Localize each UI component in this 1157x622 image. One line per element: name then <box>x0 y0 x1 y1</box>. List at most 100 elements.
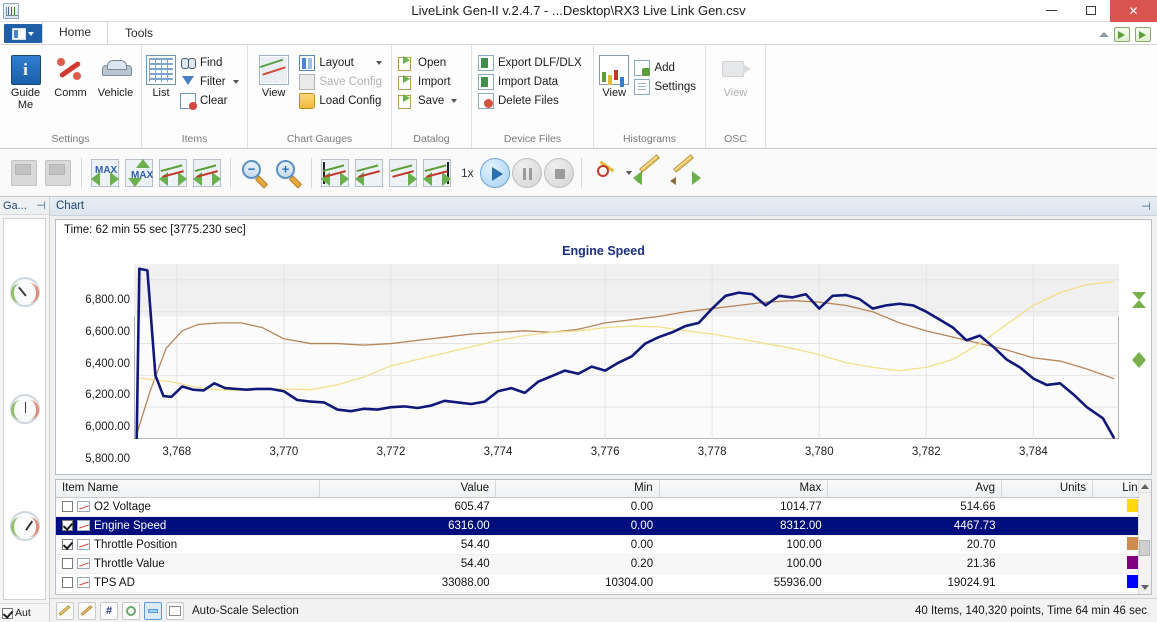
save-button[interactable]: Save <box>396 92 462 110</box>
y-tick-label: 6,600.00 <box>85 325 130 338</box>
vertical-scale-down-control[interactable] <box>1130 352 1148 368</box>
histogram-view-button[interactable]: View <box>598 51 630 99</box>
row-checkbox[interactable] <box>62 520 73 531</box>
load-config-button[interactable]: Load Config <box>297 92 387 110</box>
series-icon <box>77 539 90 550</box>
step-back-button[interactable] <box>353 157 385 189</box>
group-title-histograms: Histograms <box>622 133 677 145</box>
chart-view-icon <box>258 55 289 85</box>
scroll-up-button[interactable] <box>1139 480 1151 493</box>
cursor-a-button[interactable] <box>56 601 74 620</box>
tab-tools[interactable]: Tools <box>108 22 170 44</box>
row-checkbox[interactable] <box>62 577 73 588</box>
scale-up-icon[interactable] <box>1132 352 1146 360</box>
plot-area[interactable]: Engine Speed 5,800.00 6,000.00 6,200.00 6,4… <box>56 244 1151 474</box>
chevron-down-icon[interactable] <box>625 170 632 175</box>
ribbon-group-datalog: Open Import Save Datalog <box>392 45 472 148</box>
export-dlf-button[interactable]: Export DLF/DLX <box>476 54 587 72</box>
hash-button[interactable]: # <box>100 601 118 620</box>
vertical-scale-up-control[interactable] <box>1130 292 1148 308</box>
histogram-settings-button[interactable]: Settings <box>632 78 701 96</box>
play-button[interactable] <box>479 157 510 188</box>
delete-files-icon <box>478 93 494 109</box>
delete-files-button[interactable]: Delete Files <box>476 92 587 110</box>
record-stop-disabled-button <box>42 157 74 189</box>
autoscale-button[interactable] <box>144 601 162 620</box>
autoscale-selection-label: Auto-Scale Selection <box>192 604 299 617</box>
cell-max: 55936.00 <box>659 573 828 593</box>
column-header-name[interactable]: Item Name <box>56 480 321 498</box>
marker-button[interactable] <box>589 157 621 189</box>
open-button[interactable]: Open <box>396 54 462 72</box>
save-config-icon <box>299 74 316 90</box>
pencil-left-button[interactable] <box>632 153 666 189</box>
cursor-b-button[interactable] <box>78 601 96 620</box>
scale-down-icon[interactable] <box>1132 360 1146 368</box>
step-forward-button[interactable] <box>387 157 419 189</box>
scale-down-icon[interactable] <box>1132 292 1146 300</box>
group-title-datalog: Datalog <box>413 133 450 145</box>
import-data-button[interactable]: Import Data <box>476 73 587 91</box>
chart-view-button[interactable]: View <box>252 51 295 99</box>
gauge-item[interactable] <box>9 276 40 307</box>
zoom-in-button[interactable]: + <box>272 157 304 189</box>
minimize-button[interactable] <box>1032 0 1071 22</box>
layout-button[interactable]: Layout <box>297 54 387 72</box>
column-header-max[interactable]: Max <box>659 480 829 498</box>
gauges-panel-header: Ga... ⊣ <box>0 197 49 215</box>
row-checkbox[interactable] <box>62 558 73 569</box>
find-button[interactable]: Find <box>178 54 244 72</box>
auto-checkbox[interactable] <box>2 607 13 619</box>
list-button[interactable]: List <box>146 51 176 99</box>
table-row[interactable]: Engine Speed 6316.00 0.00 8312.00 4467.73 <box>56 516 1151 536</box>
items-table-container[interactable]: Item Name Value Min Max Avg Units Line O2 Volt… <box>55 479 1152 595</box>
row-checkbox[interactable] <box>62 501 73 512</box>
gauge-item[interactable] <box>9 511 40 542</box>
export-quick-icon[interactable] <box>1114 27 1130 42</box>
scroll-horizontal-button[interactable] <box>157 157 189 189</box>
autoscale-selection-button[interactable] <box>166 601 184 620</box>
circle-button[interactable] <box>122 601 140 620</box>
scrollbar-thumb[interactable] <box>1139 540 1150 556</box>
guide-me-button[interactable]: GuideMe <box>4 51 47 111</box>
maximize-button[interactable] <box>1071 0 1110 22</box>
collapse-ribbon-icon[interactable] <box>1099 32 1109 37</box>
import-button[interactable]: Import <box>396 73 462 91</box>
gauges-auto-row[interactable]: Aut <box>0 603 49 622</box>
column-header-value[interactable]: Value <box>319 480 497 498</box>
column-header-units[interactable]: Units <box>1001 480 1094 498</box>
table-row[interactable]: Throttle Value 54.40 0.20 100.00 21.36 <box>56 554 1151 574</box>
add-histogram-button[interactable]: Add <box>632 59 701 77</box>
column-header-min[interactable]: Min <box>495 480 660 498</box>
row-checkbox[interactable] <box>62 539 73 550</box>
settings-label: Settings <box>654 81 696 93</box>
cell-units <box>1001 497 1093 517</box>
pin-icon[interactable]: ⊣ <box>1141 200 1151 213</box>
comm-button[interactable]: Comm <box>49 51 92 99</box>
table-row[interactable]: O2 Voltage 605.47 0.00 1014.77 514.66 <box>56 497 1151 517</box>
zoom-out-button[interactable]: − <box>238 157 270 189</box>
scale-up-icon[interactable] <box>1132 300 1146 308</box>
vehicle-button[interactable]: Vehicle <box>94 51 137 99</box>
chart-container[interactable]: Time: 62 min 55 sec [3775.230 sec] Engin… <box>55 219 1152 475</box>
scroll-data-button[interactable] <box>191 157 223 189</box>
column-header-avg[interactable]: Avg <box>827 480 1002 498</box>
goto-end-button[interactable] <box>421 157 453 189</box>
scroll-down-button[interactable] <box>1139 581 1151 594</box>
quick-access-toolbar-button[interactable] <box>4 24 42 43</box>
max-vertical-button[interactable]: MAX <box>123 157 155 189</box>
pin-icon[interactable]: ⊣ <box>36 199 46 212</box>
toolbar-divider <box>580 157 582 188</box>
clear-button[interactable]: Clear <box>178 92 244 110</box>
filter-button[interactable]: Filter <box>178 73 244 91</box>
pencil-right-button[interactable] <box>668 153 701 189</box>
gauge-item[interactable] <box>9 393 40 424</box>
import-quick-icon[interactable] <box>1135 27 1151 42</box>
table-scrollbar[interactable] <box>1138 480 1151 594</box>
max-horizontal-button[interactable]: MAX <box>89 157 121 189</box>
table-row[interactable]: TPS AD 33088.00 10304.00 55936.00 19024.91 <box>56 573 1151 593</box>
tab-home[interactable]: Home <box>42 21 109 44</box>
goto-start-button[interactable] <box>319 157 351 189</box>
table-row[interactable]: Throttle Position 54.40 0.00 100.00 20.70 <box>56 535 1151 555</box>
close-button[interactable]: ✕ <box>1110 0 1157 22</box>
